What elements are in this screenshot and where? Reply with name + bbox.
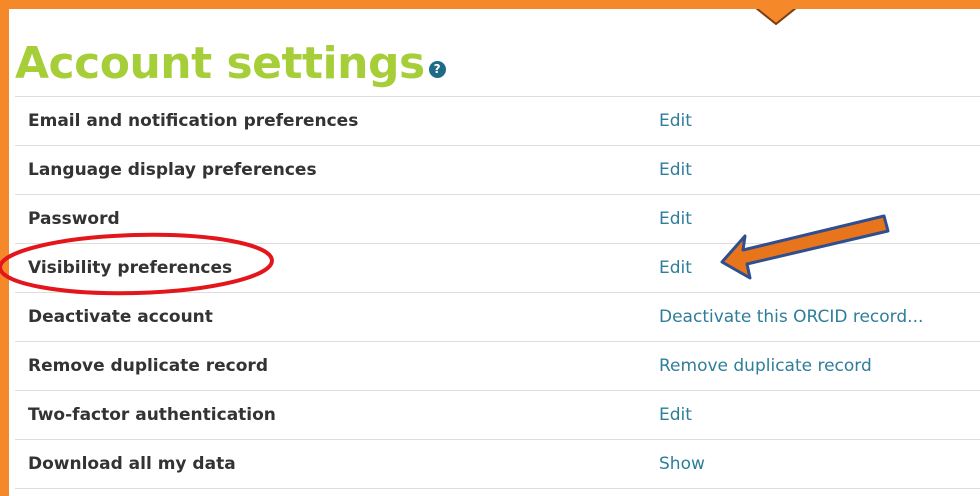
orange-border-top <box>0 0 980 9</box>
title-row: Account settings ? <box>15 30 446 90</box>
setting-label: Download all my data <box>28 454 236 474</box>
dropdown-notch <box>746 0 806 26</box>
edit-email-link[interactable]: Edit <box>659 111 692 131</box>
setting-label: Remove duplicate record <box>28 356 268 376</box>
screenshot-frame: Account settings ? Email and notificatio… <box>0 0 980 496</box>
notch-cover <box>746 0 806 9</box>
setting-label: Language display preferences <box>28 160 317 180</box>
deactivate-record-link[interactable]: Deactivate this ORCID record... <box>659 307 923 327</box>
settings-row-language: Language display preferences Edit <box>15 146 980 195</box>
setting-label: Email and notification preferences <box>28 111 359 131</box>
setting-label: Visibility preferences <box>28 258 233 278</box>
settings-row-duplicate: Remove duplicate record Remove duplicate… <box>15 342 980 391</box>
page-title: Account settings <box>15 38 425 89</box>
settings-row-download: Download all my data Show <box>15 440 980 489</box>
orange-border-left <box>0 0 9 496</box>
settings-row-deactivate: Deactivate account Deactivate this ORCID… <box>15 293 980 342</box>
question-circle-icon[interactable]: ? <box>428 61 446 78</box>
show-download-link[interactable]: Show <box>659 454 705 474</box>
edit-password-link[interactable]: Edit <box>659 209 692 229</box>
account-settings-table: Email and notification preferences Edit … <box>15 96 980 489</box>
settings-row-email: Email and notification preferences Edit <box>15 97 980 146</box>
edit-language-link[interactable]: Edit <box>659 160 692 180</box>
settings-row-two-factor: Two-factor authentication Edit <box>15 391 980 440</box>
edit-two-factor-link[interactable]: Edit <box>659 405 692 425</box>
settings-row-password: Password Edit <box>15 195 980 244</box>
setting-label: Deactivate account <box>28 307 213 327</box>
setting-label: Password <box>28 209 120 229</box>
remove-duplicate-link[interactable]: Remove duplicate record <box>659 356 872 376</box>
setting-label: Two-factor authentication <box>28 405 276 425</box>
edit-visibility-link[interactable]: Edit <box>659 258 692 278</box>
settings-row-visibility: Visibility preferences Edit <box>15 244 980 293</box>
